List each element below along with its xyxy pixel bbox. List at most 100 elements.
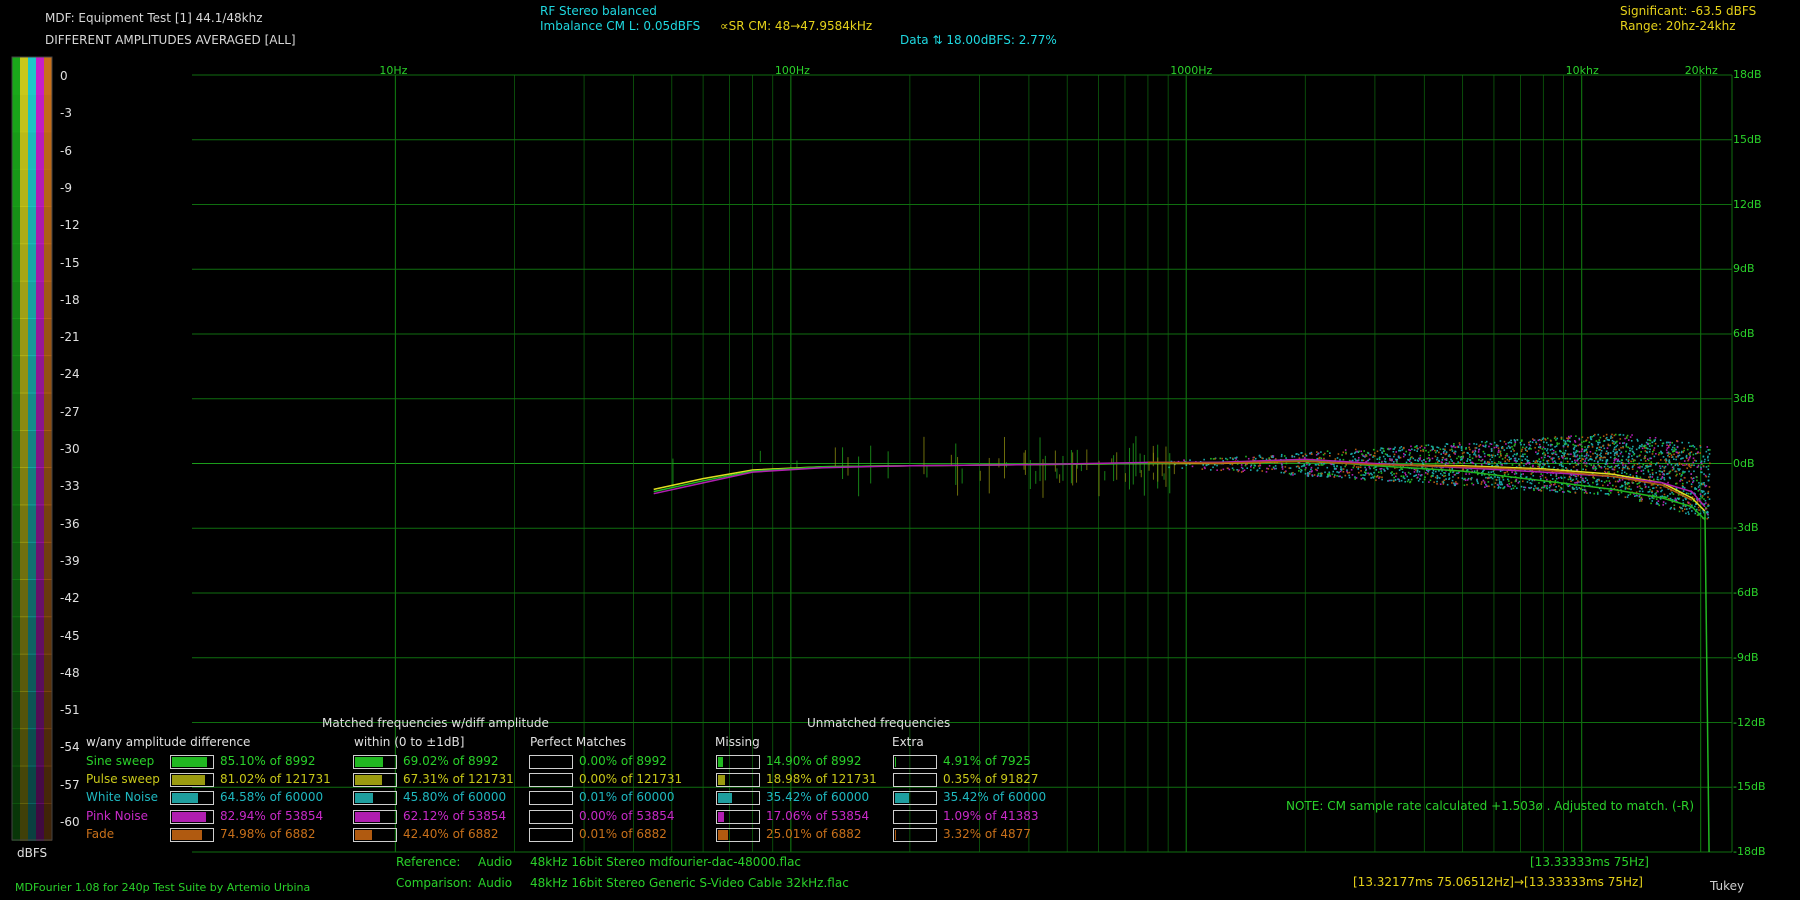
- noise-point: [1539, 445, 1542, 448]
- noise-point: [1690, 483, 1693, 485]
- noise-point: [1575, 445, 1577, 447]
- noise-point: [1682, 490, 1685, 492]
- noise-point: [1339, 458, 1341, 461]
- comparison-file: 48kHz 16bit Stereo Generic S-Video Cable…: [530, 876, 849, 890]
- noise-point: [1700, 468, 1702, 470]
- scale-unit: dBFS: [17, 846, 48, 860]
- noise-point: [1448, 477, 1451, 479]
- legend-row-name: Pulse sweep: [86, 772, 160, 787]
- noise-point: [1320, 464, 1322, 466]
- noise-point: [1300, 471, 1302, 473]
- noise-point: [1428, 457, 1430, 459]
- noise-point: [1550, 443, 1552, 446]
- noise-point: [1508, 447, 1511, 449]
- legend-bar: [893, 809, 937, 824]
- noise-point: [1508, 458, 1511, 461]
- noise-point: [1667, 481, 1669, 484]
- noise-point: [1481, 440, 1483, 443]
- noise-point: [1256, 469, 1259, 472]
- noise-point: [1400, 468, 1402, 470]
- noise-point: [1683, 447, 1686, 450]
- noise-point: [1619, 438, 1622, 440]
- noise-point: [1570, 435, 1572, 437]
- noise-point: [1496, 463, 1498, 466]
- noise-point: [1639, 445, 1641, 447]
- series-curve-pink_noise: [653, 458, 1706, 508]
- noise-point: [1598, 439, 1601, 441]
- noise-point: [1289, 467, 1292, 469]
- noise-point: [1659, 473, 1661, 476]
- legend-cell-text: 3.32% of 4877: [943, 826, 1031, 841]
- legend-bar-fill: [172, 829, 203, 840]
- legend-bar-fill: [172, 757, 207, 767]
- noise-streak: [1070, 449, 1072, 484]
- noise-point: [1513, 439, 1516, 441]
- legend-bar: [529, 791, 573, 806]
- noise-point: [1392, 450, 1395, 453]
- noise-point: [1509, 485, 1511, 488]
- noise-point: [1404, 472, 1406, 474]
- noise-point: [1395, 451, 1398, 453]
- noise-point: [1399, 449, 1402, 452]
- noise-point: [1453, 462, 1455, 465]
- noise-point: [1577, 444, 1579, 447]
- noise-point: [1621, 455, 1624, 458]
- noise-point: [1621, 464, 1624, 466]
- noise-point: [1322, 453, 1325, 456]
- scale-swatch: [28, 728, 36, 767]
- scale-swatch: [20, 392, 28, 431]
- noise-point: [1293, 455, 1296, 458]
- noise-point: [1639, 476, 1642, 479]
- noise-point: [1644, 454, 1647, 457]
- noise-point: [1413, 449, 1416, 451]
- noise-point: [1536, 460, 1539, 462]
- noise-point: [1272, 455, 1275, 457]
- noise-point: [1599, 458, 1602, 461]
- noise-point: [1478, 455, 1481, 457]
- noise-point: [1580, 441, 1583, 444]
- noise-point: [1201, 468, 1204, 470]
- noise-point: [1697, 486, 1700, 488]
- noise-point: [1595, 440, 1598, 442]
- noise-point: [1641, 490, 1644, 493]
- noise-point: [1369, 467, 1371, 470]
- noise-point: [1439, 472, 1442, 475]
- noise-point: [1405, 450, 1408, 453]
- noise-point: [1490, 443, 1493, 446]
- noise-point: [1534, 446, 1536, 449]
- noise-point: [1573, 454, 1576, 457]
- noise-point: [1317, 472, 1320, 475]
- noise-point: [1681, 482, 1684, 485]
- noise-point: [1664, 459, 1666, 461]
- noise-point: [1482, 444, 1484, 447]
- noise-point: [1468, 473, 1471, 475]
- noise-point: [1571, 486, 1574, 489]
- noise-point: [1631, 455, 1633, 457]
- noise-point: [1296, 453, 1298, 455]
- noise-point: [1707, 475, 1710, 478]
- scale-swatch: [12, 728, 20, 767]
- noise-point: [1494, 476, 1496, 478]
- noise-point: [1434, 455, 1437, 458]
- noise-point: [1412, 457, 1415, 460]
- noise-point: [1595, 480, 1597, 483]
- noise-point: [1232, 458, 1234, 461]
- noise-point: [1446, 483, 1449, 486]
- scale-swatch: [12, 691, 20, 730]
- noise-point: [1225, 457, 1227, 460]
- noise-point: [1597, 460, 1599, 463]
- y-tick-label: 3dB: [1733, 391, 1755, 405]
- legend-cell-text: 18.98% of 121731: [766, 772, 877, 787]
- noise-point: [1409, 452, 1411, 454]
- noise-point: [1708, 453, 1711, 455]
- noise-point: [1554, 436, 1557, 438]
- scale-swatch: [28, 691, 36, 730]
- scale-swatch: [36, 206, 44, 245]
- noise-point: [1365, 469, 1367, 472]
- noise-point: [1455, 483, 1458, 485]
- legend-cell-text: 0.35% of 91827: [943, 772, 1039, 787]
- noise-point: [1294, 473, 1296, 475]
- noise-point: [1357, 468, 1360, 470]
- noise-point: [1673, 450, 1676, 452]
- noise-point: [1685, 463, 1688, 466]
